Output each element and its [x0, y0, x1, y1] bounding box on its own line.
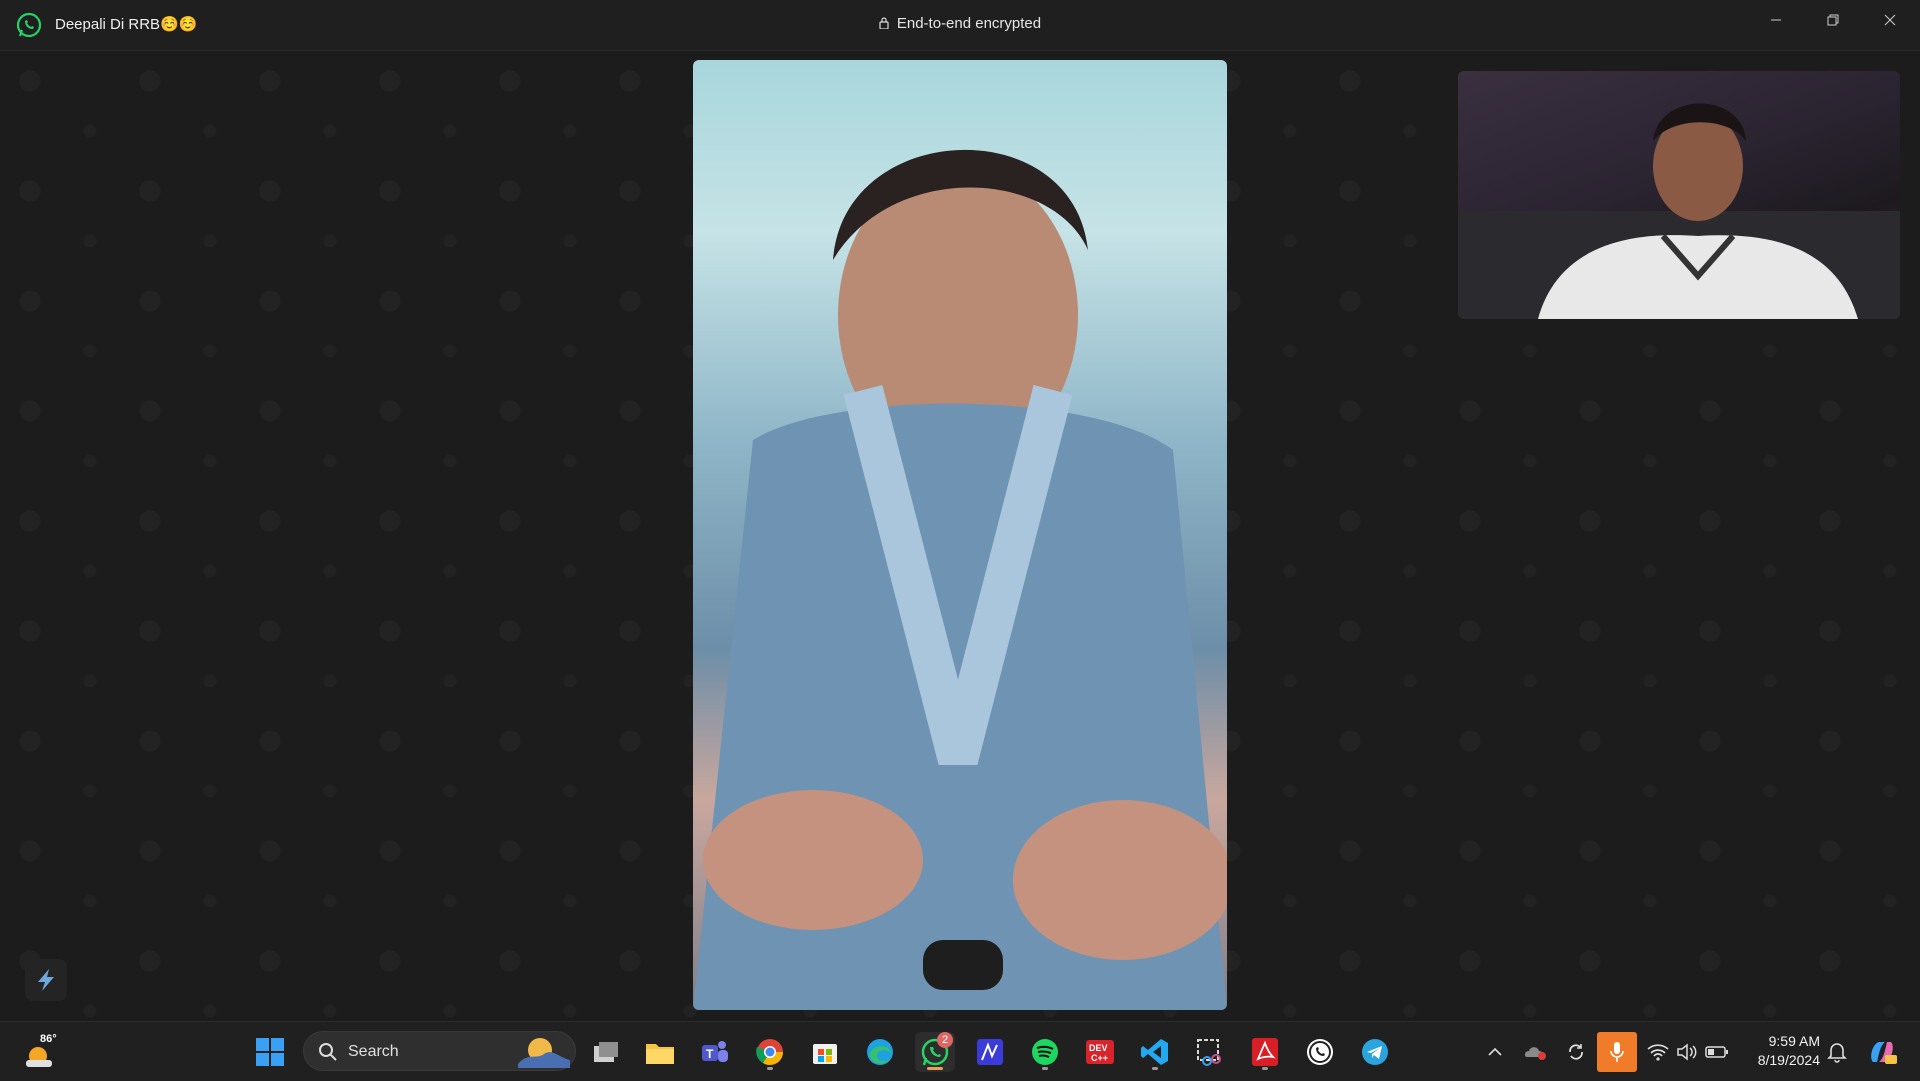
- windows-start-icon: [256, 1038, 284, 1066]
- lock-icon: [879, 17, 889, 29]
- chevron-up-icon: [1488, 1047, 1502, 1056]
- sync-icon: [1569, 1044, 1583, 1060]
- minimize-button[interactable]: [1748, 0, 1804, 40]
- chrome-icon: [756, 1039, 784, 1066]
- search-highlight-icon: [518, 1038, 570, 1068]
- lightning-app-icon: [38, 969, 54, 991]
- clock-time: 9:59 AM: [1768, 1033, 1820, 1049]
- notification-badge: 2: [937, 1032, 953, 1048]
- search-icon: [319, 1043, 337, 1061]
- svg-text:C++: C++: [1091, 1053, 1108, 1063]
- battery-button[interactable]: [1704, 1032, 1730, 1072]
- show-hidden-icons-button[interactable]: [1482, 1032, 1508, 1072]
- spotify-button[interactable]: [1025, 1032, 1065, 1072]
- vscode-button[interactable]: [1135, 1032, 1175, 1072]
- weather-temp: 86°: [40, 1033, 57, 1045]
- running-indicator: [767, 1067, 773, 1070]
- copilot-button[interactable]: [1862, 1032, 1902, 1072]
- remote-video-feed: [693, 149, 1227, 1010]
- copilot-icon: [1871, 1042, 1897, 1064]
- encryption-status: End-to-end encrypted: [0, 15, 1920, 32]
- search-box[interactable]: Search: [303, 1031, 576, 1071]
- running-indicator: [1262, 1067, 1268, 1070]
- maths-app-button[interactable]: [970, 1032, 1010, 1072]
- side-app-button[interactable]: [25, 959, 67, 1001]
- encryption-label: End-to-end encrypted: [896, 15, 1042, 32]
- edge-button[interactable]: [860, 1032, 900, 1072]
- microphone-in-use-button[interactable]: [1597, 1032, 1637, 1072]
- notifications-button[interactable]: [1825, 1032, 1849, 1072]
- maths-app-icon: [977, 1039, 1003, 1065]
- file-explorer-button[interactable]: [640, 1032, 680, 1072]
- clock-date: 8/19/2024: [1757, 1052, 1820, 1068]
- whatsapp-desktop-button[interactable]: [1300, 1032, 1340, 1072]
- volume-icon: [1677, 1043, 1697, 1061]
- start-button[interactable]: [250, 1032, 290, 1072]
- close-icon: [1884, 14, 1896, 26]
- restore-button[interactable]: [1805, 0, 1861, 40]
- dev-cpp-icon: DEVC++: [1086, 1040, 1114, 1064]
- title-bar: Deepali Di RRB☺️☺️ End-to-end encrypted: [0, 0, 1920, 51]
- snipping-tool-button[interactable]: [1190, 1032, 1230, 1072]
- volume-button[interactable]: [1674, 1032, 1700, 1072]
- microphone-icon: [1610, 1042, 1624, 1062]
- active-indicator: [927, 1067, 943, 1070]
- sync-tray-button[interactable]: [1562, 1032, 1590, 1072]
- running-indicator: [1152, 1067, 1158, 1070]
- self-video-feed: [1458, 103, 1900, 319]
- clock[interactable]: 9:59 AM 8/19/2024: [1738, 1032, 1820, 1070]
- cloud-error-icon: [1524, 1047, 1546, 1060]
- spotify-icon: [1032, 1039, 1058, 1065]
- search-label: Search: [348, 1043, 399, 1060]
- chrome-button[interactable]: [750, 1032, 790, 1072]
- wifi-icon: [1647, 1044, 1669, 1061]
- task-view-icon: [594, 1042, 618, 1062]
- weather-widget[interactable]: 86°: [22, 1032, 66, 1072]
- remote-video[interactable]: [693, 60, 1227, 1010]
- restore-icon: [1827, 14, 1839, 26]
- telegram-button[interactable]: [1355, 1032, 1395, 1072]
- microsoft-store-icon: [813, 1044, 837, 1064]
- wifi-button[interactable]: [1645, 1032, 1671, 1072]
- file-explorer-icon: [646, 1044, 674, 1064]
- vscode-icon: [1141, 1039, 1168, 1065]
- task-view-button[interactable]: [586, 1032, 626, 1072]
- microsoft-store-button[interactable]: [805, 1032, 845, 1072]
- teams-button[interactable]: T: [695, 1032, 735, 1072]
- taskbar: 86° Search T 2 DEV C++ 9:59 AM 8/19/2024: [0, 1021, 1920, 1081]
- running-indicator: [1042, 1067, 1048, 1070]
- call-stage: [0, 51, 1920, 1021]
- whatsapp-button[interactable]: 2: [915, 1032, 955, 1072]
- self-video[interactable]: [1458, 71, 1900, 319]
- edge-icon: [867, 1039, 893, 1065]
- whatsapp-desktop-icon: [1307, 1039, 1333, 1065]
- dev-cpp-button[interactable]: DEV C++: [1080, 1032, 1120, 1072]
- close-button[interactable]: [1862, 0, 1918, 40]
- telegram-icon: [1362, 1039, 1388, 1065]
- bell-icon: [1827, 1043, 1847, 1063]
- onedrive-tray-button[interactable]: [1522, 1032, 1550, 1072]
- acrobat-icon: [1252, 1038, 1278, 1066]
- teams-icon: T: [702, 1041, 728, 1062]
- snipping-tool-icon: [1197, 1039, 1221, 1066]
- svg-text:DEV: DEV: [1089, 1043, 1108, 1053]
- battery-icon: [1705, 1046, 1728, 1058]
- svg-text:T: T: [706, 1047, 714, 1061]
- minimize-icon: [1771, 19, 1781, 21]
- acrobat-button[interactable]: [1245, 1032, 1285, 1072]
